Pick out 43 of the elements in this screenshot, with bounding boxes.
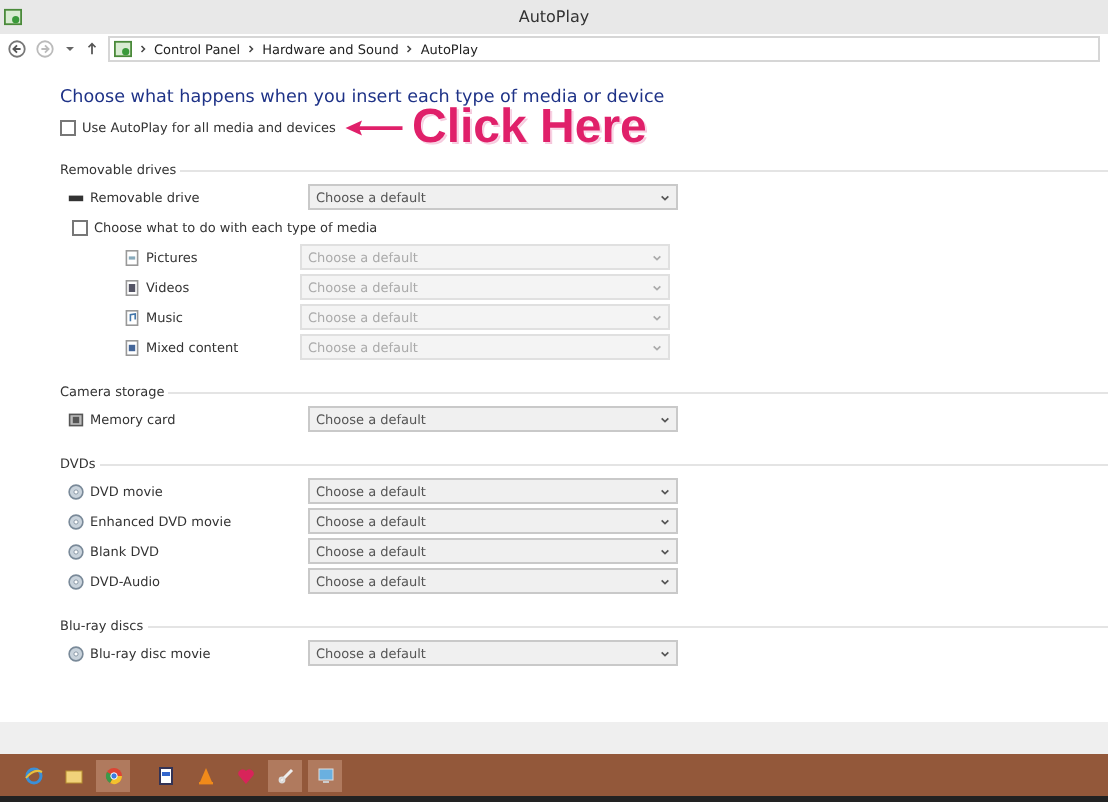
picture-file-icon [124, 249, 140, 265]
caret-icon [660, 577, 670, 585]
caret-icon [660, 649, 670, 657]
document-icon [155, 765, 175, 785]
checkbox[interactable] [72, 219, 88, 235]
music-file-icon [124, 309, 140, 325]
caret-icon [660, 487, 670, 495]
caret-icon [652, 343, 662, 351]
pen-icon [275, 765, 295, 785]
browser-icon [23, 765, 43, 785]
cone-icon [195, 765, 215, 785]
page-heading: Choose what happens when you insert each type of media or device [60, 88, 667, 108]
mixed-file-icon [124, 339, 140, 355]
up-icon[interactable] [86, 42, 98, 56]
disc-icon [68, 645, 84, 661]
caret-icon [652, 313, 662, 321]
folder-icon [63, 765, 83, 785]
disc-icon [68, 543, 84, 559]
control-panel-icon [4, 8, 22, 26]
caret-icon [652, 283, 662, 291]
caret-icon [660, 193, 670, 201]
chevron-icon [406, 44, 413, 54]
disc-icon [68, 483, 84, 499]
window-title: AutoPlay [518, 8, 590, 26]
round-logo-icon [103, 765, 123, 785]
disc-icon [68, 573, 84, 589]
disc-icon [68, 513, 84, 529]
video-file-icon [124, 279, 140, 295]
checkbox[interactable] [60, 120, 76, 136]
chevron-icon [140, 44, 146, 54]
caret-icon [660, 547, 670, 555]
control-panel-icon [114, 40, 132, 58]
caret-icon [660, 517, 670, 525]
memory-card-icon [68, 411, 84, 427]
dropdown-icon[interactable] [64, 42, 76, 56]
chevron-icon [248, 44, 255, 54]
annotation-text: Click Here [412, 104, 647, 152]
monitor-icon [315, 765, 335, 785]
arrow-icon [344, 118, 404, 138]
caret-icon [652, 253, 662, 261]
caret-icon [660, 415, 670, 423]
heart-icon [235, 765, 255, 785]
back-icon[interactable] [8, 40, 26, 58]
